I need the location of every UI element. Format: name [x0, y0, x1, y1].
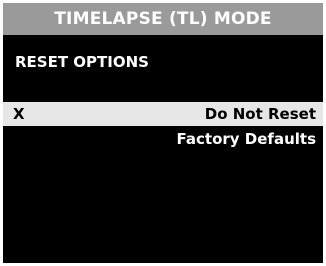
option-factory-defaults[interactable]: Factory Defaults — [3, 127, 323, 151]
section-title: RESET OPTIONS — [15, 53, 149, 71]
camera-menu-screen: TIMELAPSE (TL) MODE RESET OPTIONS X Do N… — [3, 3, 323, 263]
mode-title-bar: TIMELAPSE (TL) MODE — [3, 3, 323, 35]
option-label-do-not-reset: Do Not Reset — [204, 105, 316, 123]
selected-marker: X — [13, 105, 25, 123]
mode-title: TIMELAPSE (TL) MODE — [54, 9, 272, 29]
option-do-not-reset[interactable]: X Do Not Reset — [3, 102, 323, 126]
option-label-factory-defaults: Factory Defaults — [176, 130, 316, 148]
